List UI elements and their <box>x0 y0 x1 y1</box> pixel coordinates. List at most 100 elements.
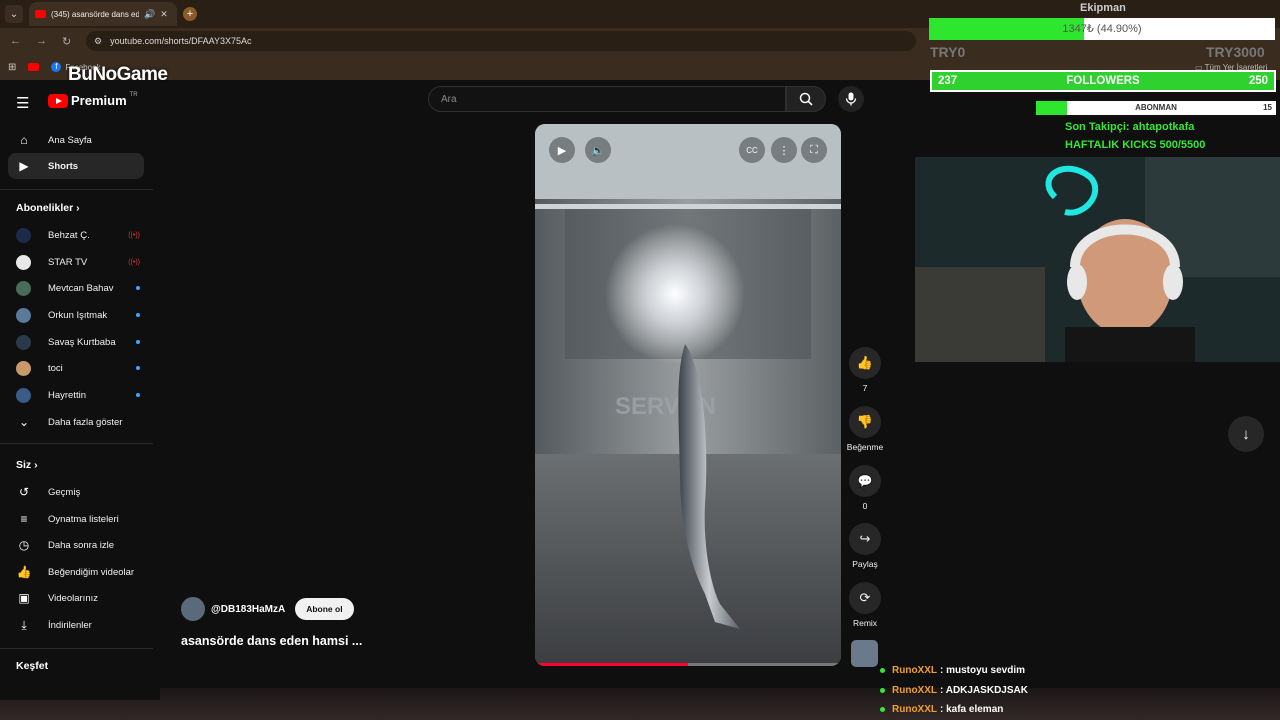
avatar <box>16 254 31 270</box>
history-icon: ↺ <box>18 485 30 499</box>
home-icon: ⌂ <box>20 133 28 147</box>
followers-label: FOLLOWERS <box>1066 75 1140 87</box>
new-tab-button[interactable]: + <box>183 7 197 21</box>
reload-icon[interactable]: ↻ <box>62 35 78 48</box>
divider <box>0 648 153 649</box>
subscription-item[interactable]: toci <box>16 356 140 380</box>
video-icon: ▣ <box>18 591 30 605</box>
comment-icon: 💬 <box>857 474 873 488</box>
subscriber-goal-label: ABONMAN <box>1135 103 1177 112</box>
subscription-label: Orkun Işıtmak <box>48 309 108 321</box>
tab-search-dropdown[interactable]: ⌄ <box>5 5 23 23</box>
new-content-dot <box>136 286 140 290</box>
tab-close-icon[interactable]: ✕ <box>160 9 168 20</box>
video-frame: SERVON <box>535 124 841 666</box>
voice-search-button[interactable] <box>838 86 864 112</box>
sidebar-item-your-videos[interactable]: ▣ Videolarınız <box>8 585 144 611</box>
share-label: Paylaş <box>852 559 878 569</box>
captions-button[interactable]: CC <box>739 137 765 163</box>
search-input[interactable]: Ara <box>428 86 786 112</box>
brand-label: Premium <box>71 93 127 108</box>
sound-source-thumbnail[interactable] <box>851 640 878 667</box>
sidebar-item-watch-later[interactable]: ◷ Daha sonra izle <box>8 532 144 558</box>
search-icon <box>799 92 813 106</box>
subscriptions-heading[interactable]: Abonelikler › <box>16 202 80 214</box>
sidebar-item-playlists[interactable]: ≡ Oynatma listeleri <box>8 506 144 532</box>
more-options-button[interactable]: ⋮ <box>771 137 797 163</box>
subscription-item[interactable]: Savaş Kurtbaba <box>16 330 140 354</box>
forward-icon[interactable]: → <box>36 35 52 47</box>
you-heading[interactable]: Siz › <box>16 459 38 471</box>
menu-icon[interactable]: ☰ <box>16 94 29 112</box>
search-button[interactable] <box>786 86 826 112</box>
youtube-favicon-icon <box>35 10 46 18</box>
sidebar-item-label: Videolarınız <box>48 592 98 604</box>
youtube-bookmark-icon[interactable] <box>28 63 40 71</box>
youtube-logo[interactable]: Premium TR <box>48 91 138 108</box>
chat-text: : mustoyu sevdim <box>940 664 1026 676</box>
region-code: TR <box>129 91 138 98</box>
sidebar-item-downloads[interactable]: ⤓ İndirilenler <box>8 612 144 638</box>
url-field[interactable]: ⚙ youtube.com/shorts/DFAAY3X75Ac <box>86 31 916 51</box>
browser-tab-active[interactable]: (345) asansörde dans eden 🔊 ✕ <box>29 2 177 26</box>
subscription-item[interactable]: Hayrettin <box>16 383 140 407</box>
avatar <box>16 307 31 323</box>
new-content-dot <box>136 340 140 344</box>
sidebar-item-home[interactable]: ⌂ Ana Sayfa <box>8 127 144 153</box>
channel-name[interactable]: @DB183HaMzA <box>211 604 285 615</box>
channel-avatar[interactable] <box>181 597 205 621</box>
youtube-play-icon <box>48 93 68 108</box>
thumbs-up-icon: 👍 <box>16 565 32 579</box>
subscription-item[interactable]: Behzat Ç. ((•)) <box>16 223 140 247</box>
sidebar-item-label: Daha sonra izle <box>48 539 115 551</box>
share-icon: ↪ <box>859 531 871 546</box>
short-title[interactable]: asansörde dans eden hamsi ... <box>181 634 362 648</box>
thumbs-up-icon: 👍 <box>856 355 874 370</box>
share-button[interactable]: ↪ Paylaş <box>846 523 884 569</box>
subscriber-goal-count: 15 <box>1263 103 1272 112</box>
facebook-bookmark-icon[interactable]: f <box>51 62 62 72</box>
show-more-button[interactable]: ⌄ Daha fazla göster <box>8 409 144 435</box>
subscription-label: Mevtcan Bahav <box>48 282 114 294</box>
thumbs-down-icon: 👎 <box>856 414 874 429</box>
sidebar-item-label: Oynatma listeleri <box>48 513 119 525</box>
sidebar-item-liked-videos[interactable]: 👍 Beğendiğim videolar <box>8 559 144 585</box>
chevron-right-icon: › <box>76 202 80 214</box>
like-button[interactable]: 👍 7 <box>846 347 884 393</box>
chat-bullet <box>880 706 885 712</box>
apps-grid-icon[interactable]: ⊞ <box>8 62 16 73</box>
webcam-frame <box>915 157 1280 362</box>
fullscreen-icon: ⛶ <box>810 143 818 156</box>
sidebar-item-shorts[interactable]: ▶ Shorts <box>8 153 144 179</box>
subscription-item[interactable]: Orkun Işıtmak <box>16 303 140 327</box>
dislike-button[interactable]: 👎 Beğenme <box>846 406 884 452</box>
fullscreen-button[interactable]: ⛶ <box>801 137 827 163</box>
chat-bullet <box>880 687 885 693</box>
comments-button[interactable]: 💬 0 <box>846 465 884 511</box>
remix-icon: ⟳ <box>859 590 871 605</box>
sidebar-item-label: Beğendiğim videolar <box>48 566 135 578</box>
show-more-label: Daha fazla göster <box>48 416 123 428</box>
subscribe-button[interactable]: Abone ol <box>295 598 354 620</box>
shorts-video-player[interactable]: SERVON ▶ 🔈 CC ⋮ ⛶ <box>535 124 841 666</box>
site-info-icon[interactable]: ⚙ <box>94 36 102 47</box>
play-button[interactable]: ▶ <box>549 137 575 163</box>
chat-message: RunoXXL : mustoyu sevdim <box>880 661 1280 679</box>
chat-message: RunoXXL : kafa eleman <box>880 700 1280 718</box>
subscription-item[interactable]: STAR TV ((•)) <box>16 250 140 274</box>
remix-button[interactable]: ⟳ Remix <box>846 582 884 628</box>
arrow-down-icon: ↓ <box>1242 425 1250 443</box>
sidebar-item-label: Geçmiş <box>48 486 81 498</box>
dislike-label: Beğenme <box>846 442 884 452</box>
next-short-button[interactable]: ↓ <box>1228 416 1264 452</box>
sidebar-item-label: Ana Sayfa <box>48 134 92 146</box>
mute-button[interactable]: 🔈 <box>585 137 611 163</box>
sidebar-item-history[interactable]: ↺ Geçmiş <box>8 479 144 505</box>
subscription-item[interactable]: Mevtcan Bahav <box>16 276 140 300</box>
speaker-icon[interactable]: 🔊 <box>144 9 155 20</box>
youtube-sidebar: ☰ Premium TR ⌂ Ana Sayfa ▶ Shorts Abonel… <box>0 80 160 700</box>
back-icon[interactable]: ← <box>10 35 26 47</box>
divider <box>0 443 153 444</box>
microphone-icon <box>845 92 857 106</box>
video-progress-bar[interactable] <box>535 663 841 666</box>
